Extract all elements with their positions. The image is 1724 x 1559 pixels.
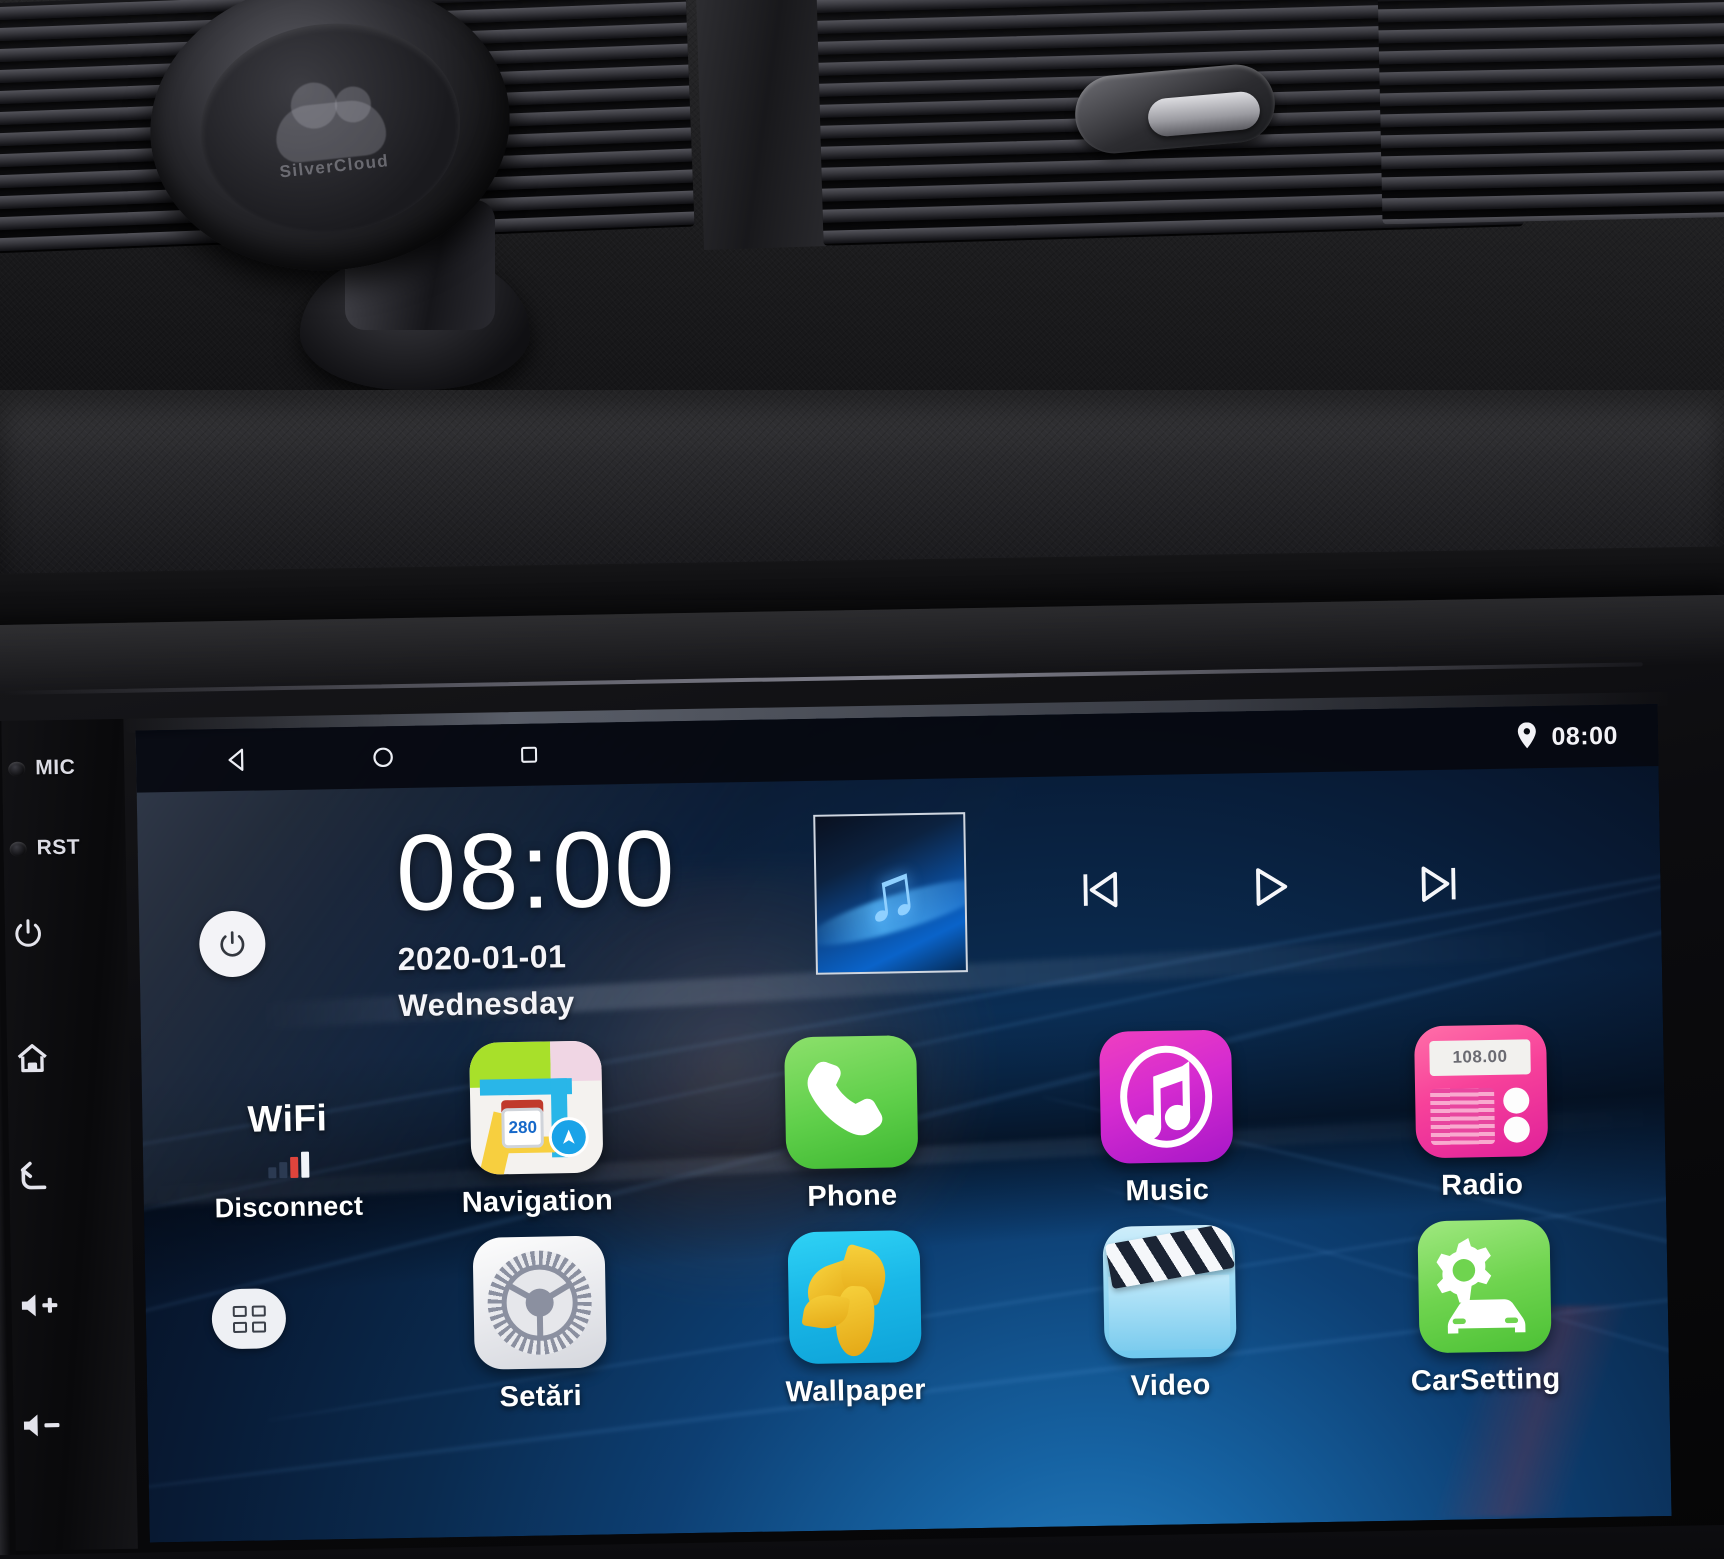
album-art[interactable]: ♫ <box>813 812 968 975</box>
app-label-phone: Phone <box>807 1179 898 1213</box>
back-arrow-icon[interactable] <box>15 1160 56 1197</box>
maps-icon[interactable]: 280 <box>468 1040 603 1175</box>
home-circle-icon[interactable] <box>366 740 401 775</box>
video-clapperboard-icon[interactable] <box>1101 1224 1237 1359</box>
recents-square-icon[interactable] <box>512 737 547 772</box>
hw-home-button[interactable] <box>7 1039 130 1077</box>
vent-slat <box>1377 21 1724 44</box>
status-bar-right: 08:00 <box>1515 720 1658 753</box>
app-label-wallpaper: Wallpaper <box>785 1373 927 1409</box>
clock-date: 2020-01-01 <box>397 937 567 977</box>
app-phone[interactable]: Phone <box>692 1033 1010 1215</box>
app-grid: 280 Navigation Phone Music 108.00 Radio … <box>377 1022 1643 1416</box>
wifi-connection-status: Disconnect <box>214 1190 364 1224</box>
hw-mic: MIC <box>2 755 124 781</box>
car-head-unit-photo: SilverCloud MIC RST 08:00 08:00 2020-01-… <box>0 0 1724 1559</box>
settings-gear-icon[interactable] <box>472 1235 607 1370</box>
phone-mount-disc-inner: SilverCloud <box>190 10 471 246</box>
app-label-music: Music <box>1125 1173 1210 1208</box>
wifi-signal-icon <box>173 1150 403 1180</box>
wifi-status-panel[interactable]: WiFi Disconnect <box>172 1096 404 1225</box>
app-label-video: Video <box>1130 1368 1211 1403</box>
music-player-widget[interactable]: ♫ <box>813 803 1468 975</box>
vent-divider <box>695 0 833 250</box>
wifi-bar <box>300 1151 309 1178</box>
music-note-icon[interactable] <box>1098 1029 1233 1164</box>
wifi-bar <box>289 1156 298 1179</box>
app-drawer-grid-icon <box>232 1304 266 1333</box>
player-controls <box>1072 856 1467 917</box>
hw-power-button[interactable] <box>5 915 128 951</box>
vent-slat <box>1377 147 1724 170</box>
vent-slat <box>1377 0 1724 2</box>
hw-rst-label: RST <box>36 835 81 860</box>
hw-volume-down-button[interactable] <box>13 1409 136 1441</box>
clock-widget[interactable]: 08:00 2020-01-01 Wednesday <box>395 807 679 1023</box>
vent-slat <box>1377 189 1724 212</box>
app-carsetting[interactable]: CarSetting <box>1325 1217 1643 1399</box>
skip-previous-icon[interactable] <box>1072 862 1127 917</box>
hardware-button-column: MIC RST <box>1 718 138 1551</box>
vent-slat <box>1377 105 1724 128</box>
vent-slat <box>1377 84 1724 107</box>
hw-rst[interactable]: RST <box>3 835 125 861</box>
skip-next-icon[interactable] <box>1412 856 1467 911</box>
radio-frequency-display: 108.00 <box>1452 1047 1508 1068</box>
vent-slat <box>1377 168 1724 191</box>
app-label-radio: Radio <box>1440 1168 1524 1202</box>
app-settings[interactable]: Setări <box>381 1234 699 1416</box>
app-navigation[interactable]: 280 Navigation <box>377 1039 695 1221</box>
reset-pinhole-icon[interactable] <box>9 841 27 857</box>
hw-mic-label: MIC <box>35 755 76 780</box>
home-icon[interactable] <box>13 1040 52 1077</box>
app-label-navigation: Navigation <box>461 1184 614 1220</box>
play-icon[interactable] <box>1242 859 1297 914</box>
location-pin-icon <box>1515 721 1538 753</box>
vent-slat <box>1377 63 1724 86</box>
app-wallpaper[interactable]: Wallpaper <box>695 1228 1013 1410</box>
hw-volume-up-button[interactable] <box>11 1289 134 1321</box>
volume-down-icon[interactable] <box>19 1410 64 1441</box>
app-drawer-button[interactable] <box>211 1288 287 1350</box>
phone-icon[interactable] <box>783 1035 918 1170</box>
radio-icon[interactable]: 108.00 <box>1413 1024 1548 1159</box>
touchscreen-display[interactable]: 08:00 08:00 2020-01-01 Wednesday WiFi Di… <box>135 704 1672 1543</box>
app-video[interactable]: Video <box>1010 1223 1328 1405</box>
app-label-settings: Setări <box>499 1379 583 1414</box>
navigation-keys <box>220 737 547 777</box>
car-gear-icon[interactable] <box>1416 1219 1552 1354</box>
wifi-bar <box>278 1162 287 1179</box>
nav-arrow-icon <box>548 1116 590 1158</box>
vent-slat <box>1377 0 1724 23</box>
mic-pinhole-icon <box>8 761 26 777</box>
vent-slat <box>1377 126 1724 149</box>
head-unit-body: MIC RST 08:00 08:00 2020-01-01 Wednesday… <box>0 594 1724 1559</box>
clock-time: 08:00 <box>395 807 678 934</box>
volume-up-icon[interactable] <box>17 1290 62 1321</box>
app-music[interactable]: Music <box>1007 1028 1325 1210</box>
wifi-bar <box>267 1167 276 1179</box>
car-dashboard: SilverCloud <box>0 0 1724 600</box>
app-radio[interactable]: 108.00 Radio <box>1322 1022 1640 1204</box>
hw-back-button[interactable] <box>9 1159 132 1197</box>
vent-slat <box>1377 42 1724 65</box>
route-shield-number: 280 <box>508 1117 538 1138</box>
power-icon[interactable] <box>11 916 46 951</box>
clock-weekday: Wednesday <box>398 984 575 1023</box>
music-note-art: ♫ <box>857 847 924 939</box>
back-triangle-icon[interactable] <box>220 743 255 778</box>
app-label-carsetting: CarSetting <box>1410 1362 1561 1398</box>
wifi-label: WiFi <box>247 1097 328 1140</box>
air-vent-far-right <box>1377 0 1724 225</box>
status-bar-clock: 08:00 <box>1551 721 1619 751</box>
wallpaper-flower-icon[interactable] <box>786 1230 922 1365</box>
